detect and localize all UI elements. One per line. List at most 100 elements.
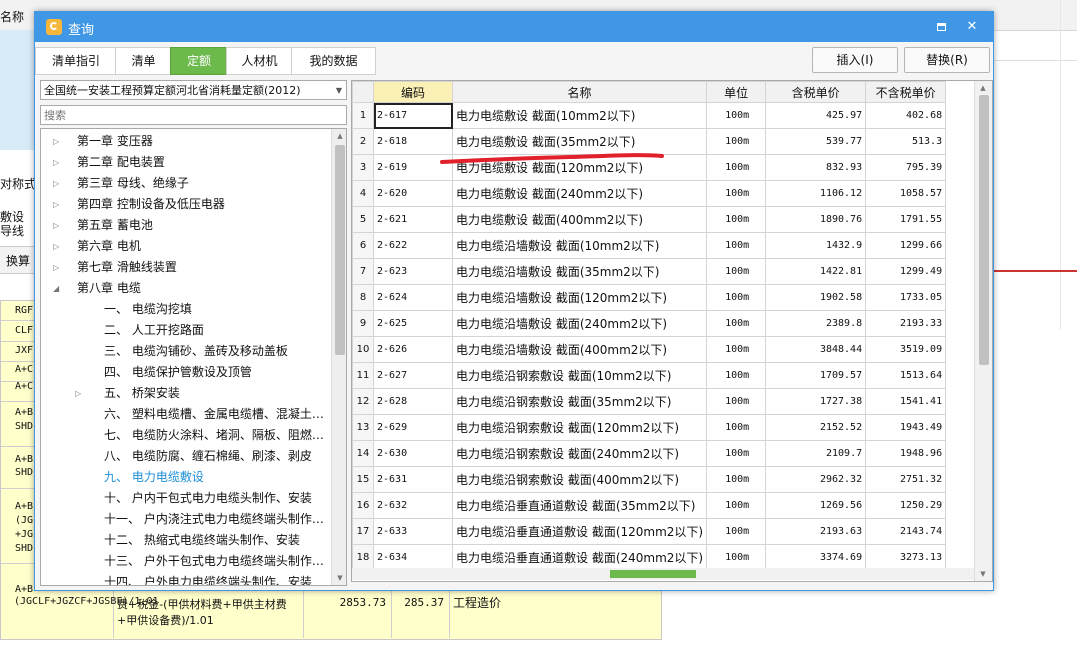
cell-code[interactable]: 2-623 — [373, 258, 453, 285]
row-number[interactable]: 14 — [352, 440, 374, 467]
cell-price-tax[interactable]: 1727.38 — [765, 388, 867, 415]
row-number[interactable]: 11 — [352, 362, 374, 389]
collapsed-arrow-icon[interactable]: ▷ — [53, 152, 59, 173]
cell-price-tax[interactable]: 2152.52 — [765, 414, 867, 441]
cell-name[interactable]: 电力电缆沿垂直通道敷设 截面(120mm2以下) — [451, 518, 708, 545]
grid-scroll-thumb[interactable] — [979, 95, 989, 365]
scroll-down-icon[interactable]: ▼ — [332, 571, 346, 585]
collapsed-arrow-icon[interactable]: ▷ — [53, 173, 59, 194]
cell-name[interactable]: 电力电缆敷设 截面(35mm2以下) — [451, 128, 708, 155]
cell-name[interactable]: 电力电缆沿墙敷设 截面(400mm2以下) — [451, 336, 708, 363]
cell-unit[interactable]: 100m — [706, 388, 767, 415]
cell-name[interactable]: 电力电缆沿垂直通道敷设 截面(240mm2以下) — [451, 544, 708, 571]
cell-price-notax[interactable]: 1733.05 — [865, 284, 947, 311]
cell-code[interactable]: 2-634 — [373, 544, 453, 571]
table-row[interactable]: 9 2-625 电力电缆沿墙敷设 截面(240mm2以下) 100m 2389.8 219… — [352, 310, 947, 337]
cell-price-notax[interactable]: 1250.29 — [865, 492, 947, 519]
cell-price-notax[interactable]: 3273.13 — [865, 544, 947, 571]
collapsed-arrow-icon[interactable]: ▷ — [75, 383, 81, 404]
column-header-price-tax[interactable]: 含税单价 — [765, 81, 867, 103]
table-row[interactable]: 8 2-624 电力电缆沿墙敷设 截面(120mm2以下) 100m 1902.58 17… — [352, 284, 947, 311]
table-row[interactable]: 7 2-623 电力电缆沿墙敷设 截面(35mm2以下) 100m 1422.81 129… — [352, 258, 947, 285]
row-number[interactable]: 2 — [352, 128, 374, 155]
cell-price-tax[interactable]: 832.93 — [765, 154, 867, 181]
table-row[interactable]: 10 2-626 电力电缆沿墙敷设 截面(400mm2以下) 100m 3848.44 3… — [352, 336, 947, 363]
scroll-up-icon[interactable]: ▲ — [332, 129, 346, 143]
cell-price-notax[interactable]: 795.39 — [865, 154, 947, 181]
cell-price-tax[interactable]: 2193.63 — [765, 518, 867, 545]
cell-code[interactable]: 2-617 — [373, 102, 453, 129]
close-button[interactable]: ✕ — [962, 17, 982, 37]
cell-name[interactable]: 电力电缆沿垂直通道敷设 截面(35mm2以下) — [451, 492, 708, 519]
cell-unit[interactable]: 100m — [706, 336, 767, 363]
cell-name[interactable]: 电力电缆沿钢索敷设 截面(10mm2以下) — [451, 362, 708, 389]
cell-name[interactable]: 电力电缆沿钢索敷设 截面(240mm2以下) — [451, 440, 708, 467]
cell-code[interactable]: 2-632 — [373, 492, 453, 519]
search-input[interactable] — [40, 105, 347, 125]
cell-price-notax[interactable]: 1299.49 — [865, 258, 947, 285]
tab-material[interactable]: 人材机 — [226, 47, 293, 75]
cell-unit[interactable]: 100m — [706, 232, 767, 259]
collapsed-arrow-icon[interactable]: ▷ — [53, 236, 59, 257]
cell-code[interactable]: 2-618 — [373, 128, 453, 155]
cell-code[interactable]: 2-629 — [373, 414, 453, 441]
cell-price-notax[interactable]: 2193.33 — [865, 310, 947, 337]
quota-library-select[interactable]: 全国统一安装工程预算定额河北省消耗量定额(2012) ▼ — [40, 80, 347, 100]
cell-price-notax[interactable]: 1943.49 — [865, 414, 947, 441]
cell-unit[interactable]: 100m — [706, 544, 767, 571]
cell-unit[interactable]: 100m — [706, 518, 767, 545]
column-header-name[interactable]: 名称 — [451, 81, 708, 103]
column-header-code[interactable]: 编码 — [373, 81, 453, 103]
row-number[interactable]: 1 — [352, 102, 374, 129]
maximize-button[interactable] — [932, 17, 952, 37]
cell-unit[interactable]: 100m — [706, 154, 767, 181]
table-row[interactable]: 2 2-618 电力电缆敷设 截面(35mm2以下) 100m 539.77 513.3 — [352, 128, 947, 155]
cell-price-tax[interactable]: 425.97 — [765, 102, 867, 129]
row-number[interactable]: 16 — [352, 492, 374, 519]
cell-price-notax[interactable]: 1058.57 — [865, 180, 947, 207]
table-row[interactable]: 11 2-627 电力电缆沿钢索敷设 截面(10mm2以下) 100m 1709.57 1… — [352, 362, 947, 389]
row-number[interactable]: 5 — [352, 206, 374, 233]
scroll-up-icon[interactable]: ▲ — [975, 81, 991, 95]
cell-price-notax[interactable]: 1299.66 — [865, 232, 947, 259]
cell-unit[interactable]: 100m — [706, 466, 767, 493]
cell-price-notax[interactable]: 2143.74 — [865, 518, 947, 545]
row-number[interactable]: 12 — [352, 388, 374, 415]
table-row[interactable]: 17 2-633 电力电缆沿垂直通道敷设 截面(120mm2以下) 100m 2193.… — [352, 518, 947, 545]
cell-price-notax[interactable]: 1791.55 — [865, 206, 947, 233]
cell-code[interactable]: 2-626 — [373, 336, 453, 363]
cell-unit[interactable]: 100m — [706, 102, 767, 129]
cell-price-notax[interactable]: 3519.09 — [865, 336, 947, 363]
cell-price-tax[interactable]: 1709.57 — [765, 362, 867, 389]
row-number[interactable]: 10 — [352, 336, 374, 363]
table-row[interactable]: 13 2-629 电力电缆沿钢索敷设 截面(120mm2以下) 100m 2152.52… — [352, 414, 947, 441]
table-row[interactable]: 18 2-634 电力电缆沿垂直通道敷设 截面(240mm2以下) 100m 3374.… — [352, 544, 947, 571]
row-number[interactable]: 15 — [352, 466, 374, 493]
cell-price-tax[interactable]: 2962.32 — [765, 466, 867, 493]
table-row[interactable]: 6 2-622 电力电缆沿墙敷设 截面(10mm2以下) 100m 1432.9 1299… — [352, 232, 947, 259]
cell-unit[interactable]: 100m — [706, 492, 767, 519]
cell-price-tax[interactable]: 1269.56 — [765, 492, 867, 519]
table-row[interactable]: 5 2-621 电力电缆敷设 截面(400mm2以下) 100m 1890.76 1791… — [352, 206, 947, 233]
cell-name[interactable]: 电力电缆沿墙敷设 截面(240mm2以下) — [451, 310, 708, 337]
row-number[interactable]: 6 — [352, 232, 374, 259]
tree-scrollbar[interactable]: ▲ ▼ — [331, 129, 346, 585]
cell-price-notax[interactable]: 1948.96 — [865, 440, 947, 467]
cell-code[interactable]: 2-625 — [373, 310, 453, 337]
cell-name[interactable]: 电力电缆沿墙敷设 截面(35mm2以下) — [451, 258, 708, 285]
cell-code[interactable]: 2-621 — [373, 206, 453, 233]
cell-unit[interactable]: 100m — [706, 258, 767, 285]
tab-list-guide[interactable]: 清单指引 — [35, 47, 117, 75]
cell-price-tax[interactable]: 1422.81 — [765, 258, 867, 285]
column-header-price-notax[interactable]: 不含税单价 — [865, 81, 947, 103]
row-number[interactable]: 8 — [352, 284, 374, 311]
cell-unit[interactable]: 100m — [706, 440, 767, 467]
cell-price-notax[interactable]: 1541.41 — [865, 388, 947, 415]
tab-list[interactable]: 清单 — [115, 47, 172, 75]
expanded-arrow-icon[interactable]: ◢ — [53, 278, 59, 299]
cell-price-notax[interactable]: 1513.64 — [865, 362, 947, 389]
row-number[interactable]: 9 — [352, 310, 374, 337]
cell-unit[interactable]: 100m — [706, 128, 767, 155]
cell-price-notax[interactable]: 2751.32 — [865, 466, 947, 493]
collapsed-arrow-icon[interactable]: ▷ — [53, 215, 59, 236]
